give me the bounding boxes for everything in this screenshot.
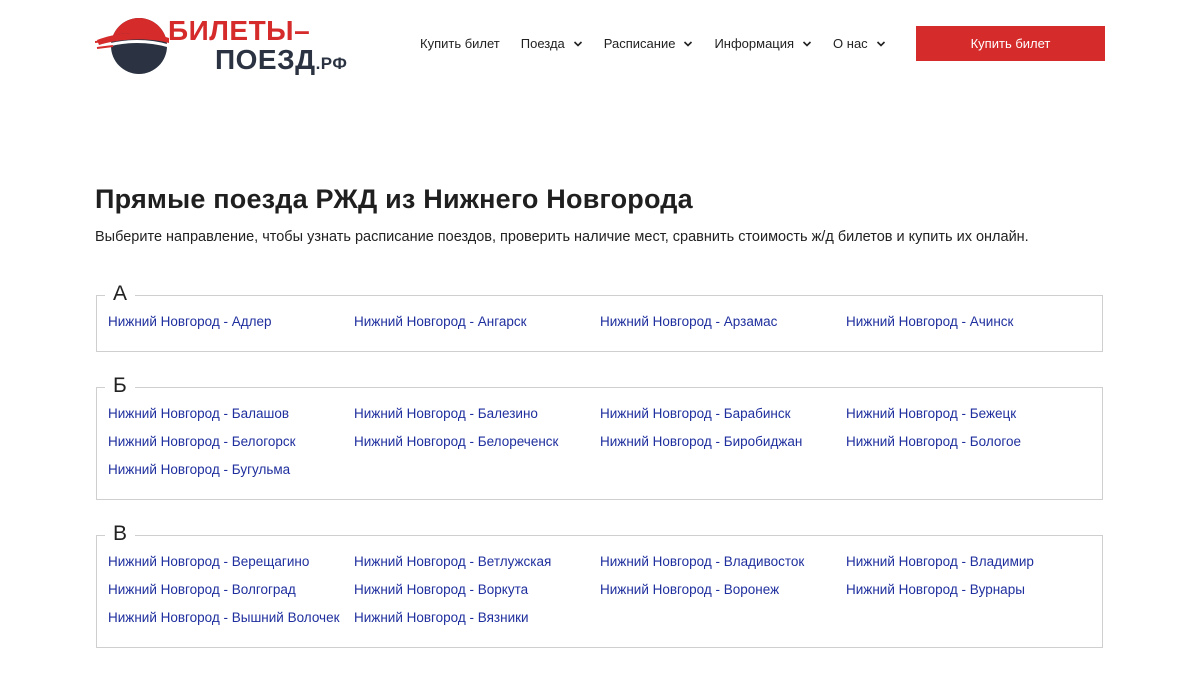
route-link[interactable]: Нижний Новгород - Биробиджан bbox=[600, 432, 846, 460]
chevron-down-icon bbox=[876, 41, 885, 47]
route-link[interactable]: Нижний Новгород - Владивосток bbox=[600, 552, 846, 580]
route-link[interactable]: Нижний Новгород - Вязники bbox=[354, 608, 600, 636]
route-link[interactable]: Нижний Новгород - Ачинск bbox=[846, 312, 1092, 340]
route-link[interactable]: Нижний Новгород - Балашов bbox=[108, 404, 354, 432]
route-link[interactable]: Нижний Новгород - Ветлужская bbox=[354, 552, 600, 580]
nav-item-buy-ticket[interactable]: Купить билет bbox=[420, 34, 500, 54]
route-link[interactable]: Нижний Новгород - Владимир bbox=[846, 552, 1092, 580]
route-link[interactable]: Нижний Новгород - Воркута bbox=[354, 580, 600, 608]
route-link[interactable]: Нижний Новгород - Белогорск bbox=[108, 432, 354, 460]
route-group-a: А Нижний Новгород - Адлер Нижний Новгоро… bbox=[96, 282, 1103, 352]
site-header: БИЛЕТЫ– ПОЕЗД.РФ Купить билет Поезда Рас… bbox=[0, 0, 1200, 88]
nav-item-label: Расписание bbox=[603, 36, 676, 51]
route-list: Нижний Новгород - Адлер Нижний Новгород … bbox=[108, 312, 1098, 340]
chevron-down-icon bbox=[573, 41, 582, 47]
chevron-down-icon bbox=[684, 41, 693, 47]
route-list: Нижний Новгород - Балашов Нижний Новгоро… bbox=[108, 404, 1098, 488]
route-link[interactable]: Нижний Новгород - Вурнары bbox=[846, 580, 1092, 608]
group-letter: В bbox=[105, 522, 136, 546]
logo-text-suffix: .РФ bbox=[315, 54, 348, 73]
route-link[interactable]: Нижний Новгород - Вышний Волочек bbox=[108, 608, 354, 636]
route-group-b: Б Нижний Новгород - Балашов Нижний Новго… bbox=[96, 374, 1103, 500]
buy-ticket-button[interactable]: Купить билет bbox=[916, 26, 1105, 61]
route-link[interactable]: Нижний Новгород - Балезино bbox=[354, 404, 600, 432]
route-link[interactable]: Нижний Новгород - Бугульма bbox=[108, 460, 354, 488]
nav-item-about[interactable]: О нас bbox=[833, 34, 886, 54]
route-link[interactable]: Нижний Новгород - Воронеж bbox=[600, 580, 846, 608]
route-list: Нижний Новгород - Верещагино Нижний Новг… bbox=[108, 552, 1098, 636]
main-nav: Купить билет Поезда Расписание Информаци… bbox=[420, 34, 907, 54]
group-letter: Б bbox=[105, 374, 135, 398]
route-link[interactable]: Нижний Новгород - Ангарск bbox=[354, 312, 600, 340]
nav-item-schedule[interactable]: Расписание bbox=[604, 34, 694, 54]
logo-text-line1: БИЛЕТЫ– bbox=[168, 15, 311, 46]
route-link[interactable]: Нижний Новгород - Верещагино bbox=[108, 552, 354, 580]
route-link[interactable]: Нижний Новгород - Волгоград bbox=[108, 580, 354, 608]
train-logo-icon bbox=[95, 18, 170, 74]
nav-item-information[interactable]: Информация bbox=[714, 34, 812, 54]
logo-text-main: ПОЕЗД bbox=[215, 44, 316, 75]
route-link[interactable]: Нижний Новгород - Адлер bbox=[108, 312, 354, 340]
nav-item-trains[interactable]: Поезда bbox=[521, 34, 583, 54]
route-link[interactable]: Нижний Новгород - Барабинск bbox=[600, 404, 846, 432]
page-title: Прямые поезда РЖД из Нижнего Новгорода bbox=[95, 184, 693, 214]
nav-item-label: О нас bbox=[833, 36, 868, 51]
logo-text-line2: ПОЕЗД.РФ bbox=[215, 45, 347, 79]
nav-item-label: Купить билет bbox=[420, 36, 500, 51]
nav-item-label: Информация bbox=[714, 36, 795, 51]
chevron-down-icon bbox=[802, 41, 812, 47]
group-letter: А bbox=[105, 282, 136, 306]
site-logo[interactable]: БИЛЕТЫ– ПОЕЗД.РФ bbox=[95, 12, 360, 76]
page-subtitle: Выберите направление, чтобы узнать распи… bbox=[95, 229, 1029, 245]
route-link[interactable]: Нижний Новгород - Арзамас bbox=[600, 312, 846, 340]
route-group-v: В Нижний Новгород - Верещагино Нижний Но… bbox=[96, 522, 1103, 648]
route-link[interactable]: Нижний Новгород - Бежецк bbox=[846, 404, 1092, 432]
nav-item-label: Поезда bbox=[520, 36, 565, 51]
route-link[interactable]: Нижний Новгород - Белореченск bbox=[354, 432, 600, 460]
route-link[interactable]: Нижний Новгород - Бологое bbox=[846, 432, 1092, 460]
